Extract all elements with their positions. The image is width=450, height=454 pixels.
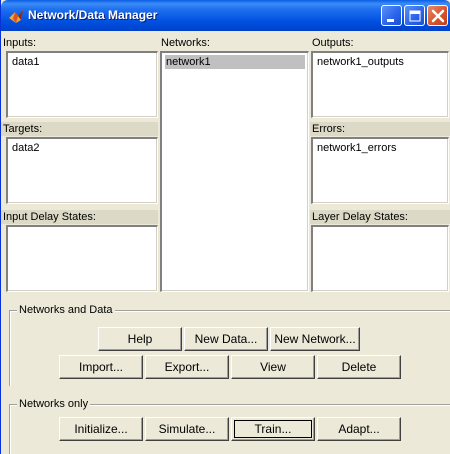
input-delay-states-label: Input Delay States: — [1, 210, 158, 224]
export-button[interactable]: Export... — [145, 355, 229, 379]
close-button[interactable] — [427, 5, 448, 26]
minimize-icon — [387, 19, 394, 22]
maximize-icon — [409, 10, 421, 22]
train-button[interactable]: Train... — [231, 417, 315, 441]
list-item[interactable]: network1 — [165, 55, 305, 69]
networks-list[interactable]: network1 — [160, 51, 309, 292]
window-title: Network/Data Manager — [28, 8, 158, 22]
targets-label: Targets: — [1, 122, 158, 136]
networks-label: Networks: — [159, 36, 309, 50]
title-bar[interactable]: Network/Data Manager — [1, 0, 450, 31]
targets-list[interactable]: data2 — [6, 137, 158, 204]
help-button[interactable]: Help — [98, 327, 182, 351]
minimize-button[interactable] — [381, 5, 402, 26]
new-data-button[interactable]: New Data... — [184, 327, 268, 351]
errors-list[interactable]: network1_errors — [311, 137, 449, 204]
delete-button[interactable]: Delete — [317, 355, 401, 379]
layer-delay-states-list[interactable] — [311, 225, 449, 292]
adapt-button[interactable]: Adapt... — [317, 417, 401, 441]
network-data-manager-window: Network/Data Manager Inputs: data1 Targe… — [0, 0, 450, 454]
networks-only-title: Networks only — [17, 397, 91, 411]
layer-delay-states-label: Layer Delay States: — [310, 210, 450, 224]
errors-label: Errors: — [310, 122, 450, 136]
maximize-button[interactable] — [404, 5, 425, 26]
list-item[interactable]: data1 — [11, 55, 154, 69]
inputs-list[interactable]: data1 — [6, 51, 158, 118]
input-delay-states-list[interactable] — [6, 225, 158, 292]
networks-and-data-title: Networks and Data — [17, 303, 115, 317]
list-item[interactable]: network1_outputs — [316, 55, 445, 69]
list-item[interactable]: network1_errors — [316, 141, 445, 155]
outputs-label: Outputs: — [310, 36, 450, 50]
close-icon — [431, 9, 445, 23]
list-item[interactable]: data2 — [11, 141, 154, 155]
new-network-button[interactable]: New Network... — [270, 327, 360, 351]
inputs-label: Inputs: — [1, 36, 158, 50]
simulate-button[interactable]: Simulate... — [145, 417, 229, 441]
view-button[interactable]: View — [231, 355, 315, 379]
import-button[interactable]: Import... — [59, 355, 143, 379]
matlab-logo-icon — [8, 8, 24, 24]
initialize-button[interactable]: Initialize... — [59, 417, 143, 441]
outputs-list[interactable]: network1_outputs — [311, 51, 449, 118]
